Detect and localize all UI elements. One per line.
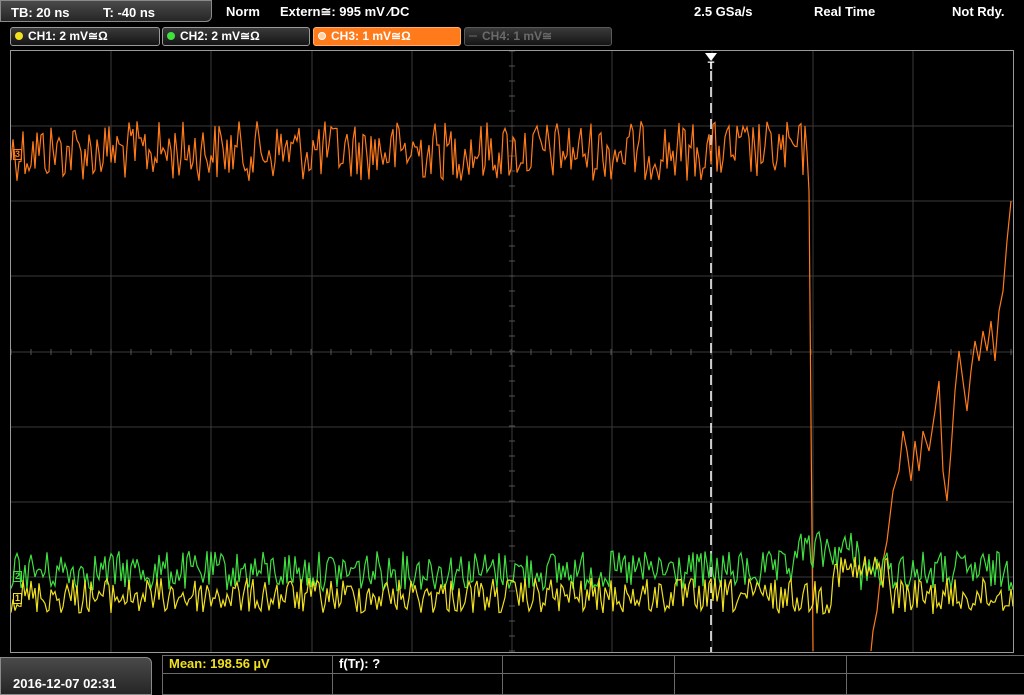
datetime-label: 2016-12-07 02:31 bbox=[13, 676, 117, 691]
channel-1-level-marker[interactable]: 1 bbox=[13, 593, 23, 604]
status-label: Not Rdy. bbox=[952, 4, 1005, 19]
measurement-cell-freq[interactable]: f(Tr): ? bbox=[332, 655, 502, 695]
timebase-label: TB: 20 ns bbox=[11, 5, 70, 20]
measurement-cell-empty[interactable] bbox=[674, 655, 846, 695]
measurement-cell-mean[interactable]: Mean: 198.56 µV bbox=[162, 655, 332, 695]
timebase-panel[interactable]: TB: 20 ns T: -40 ns bbox=[0, 0, 212, 22]
measurement-mean-value: Mean: 198.56 µV bbox=[169, 656, 270, 671]
channel-1-dot-icon bbox=[15, 32, 23, 40]
acquisition-mode-label: Real Time bbox=[814, 4, 876, 19]
channel-4-dash-icon bbox=[469, 35, 477, 37]
trigger-position-marker[interactable]: T bbox=[704, 53, 718, 72]
channel-3-trace-tail bbox=[870, 200, 1012, 652]
channel-2-level-marker[interactable]: 2 bbox=[13, 571, 23, 582]
trigger-marker-label: T bbox=[707, 60, 715, 72]
measurement-cell-empty[interactable] bbox=[502, 655, 674, 695]
channel-3-dot-icon bbox=[318, 32, 326, 40]
channel-2-dot-icon bbox=[167, 32, 175, 40]
channel-3-label: CH3: 1 mV≅Ω bbox=[331, 29, 411, 43]
status-header: TB: 20 ns T: -40 ns Norm Extern≅: 995 mV… bbox=[0, 0, 1024, 24]
datetime-panel: 2016-12-07 02:31 bbox=[0, 657, 152, 695]
trigger-mode-label[interactable]: Norm bbox=[226, 4, 260, 19]
channel-3-level-marker[interactable]: 3 bbox=[13, 149, 23, 160]
footer-bar: 2016-12-07 02:31 Mean: 198.56 µV f(Tr): … bbox=[0, 655, 1024, 695]
channel-2-label: CH2: 2 mV≅Ω bbox=[180, 29, 260, 43]
channel-bar: CH1: 2 mV≅Ω CH2: 2 mV≅Ω CH3: 1 mV≅Ω CH4:… bbox=[0, 26, 1024, 48]
sample-rate-label: 2.5 GSa/s bbox=[694, 4, 753, 19]
waveform-display[interactable]: 3 2 1 T bbox=[10, 50, 1014, 653]
waveform-canvas bbox=[11, 51, 1013, 652]
measurement-table: Mean: 198.56 µV f(Tr): ? bbox=[162, 655, 1024, 695]
trigger-source-label[interactable]: Extern≅: 995 mV ⁄DC bbox=[280, 4, 409, 20]
channel-4-label: CH4: 1 mV≅ bbox=[482, 29, 553, 43]
channel-2-button[interactable]: CH2: 2 mV≅Ω bbox=[162, 27, 310, 46]
measurement-cell-empty[interactable] bbox=[846, 655, 1024, 695]
channel-3-button[interactable]: CH3: 1 mV≅Ω bbox=[313, 27, 461, 46]
channel-1-button[interactable]: CH1: 2 mV≅Ω bbox=[10, 27, 160, 46]
trigger-offset-label: T: -40 ns bbox=[103, 5, 156, 20]
channel-1-label: CH1: 2 mV≅Ω bbox=[28, 29, 108, 43]
measurement-freq-value: f(Tr): ? bbox=[339, 656, 381, 671]
grid bbox=[11, 51, 1013, 652]
channel-4-button[interactable]: CH4: 1 mV≅ bbox=[464, 27, 612, 46]
